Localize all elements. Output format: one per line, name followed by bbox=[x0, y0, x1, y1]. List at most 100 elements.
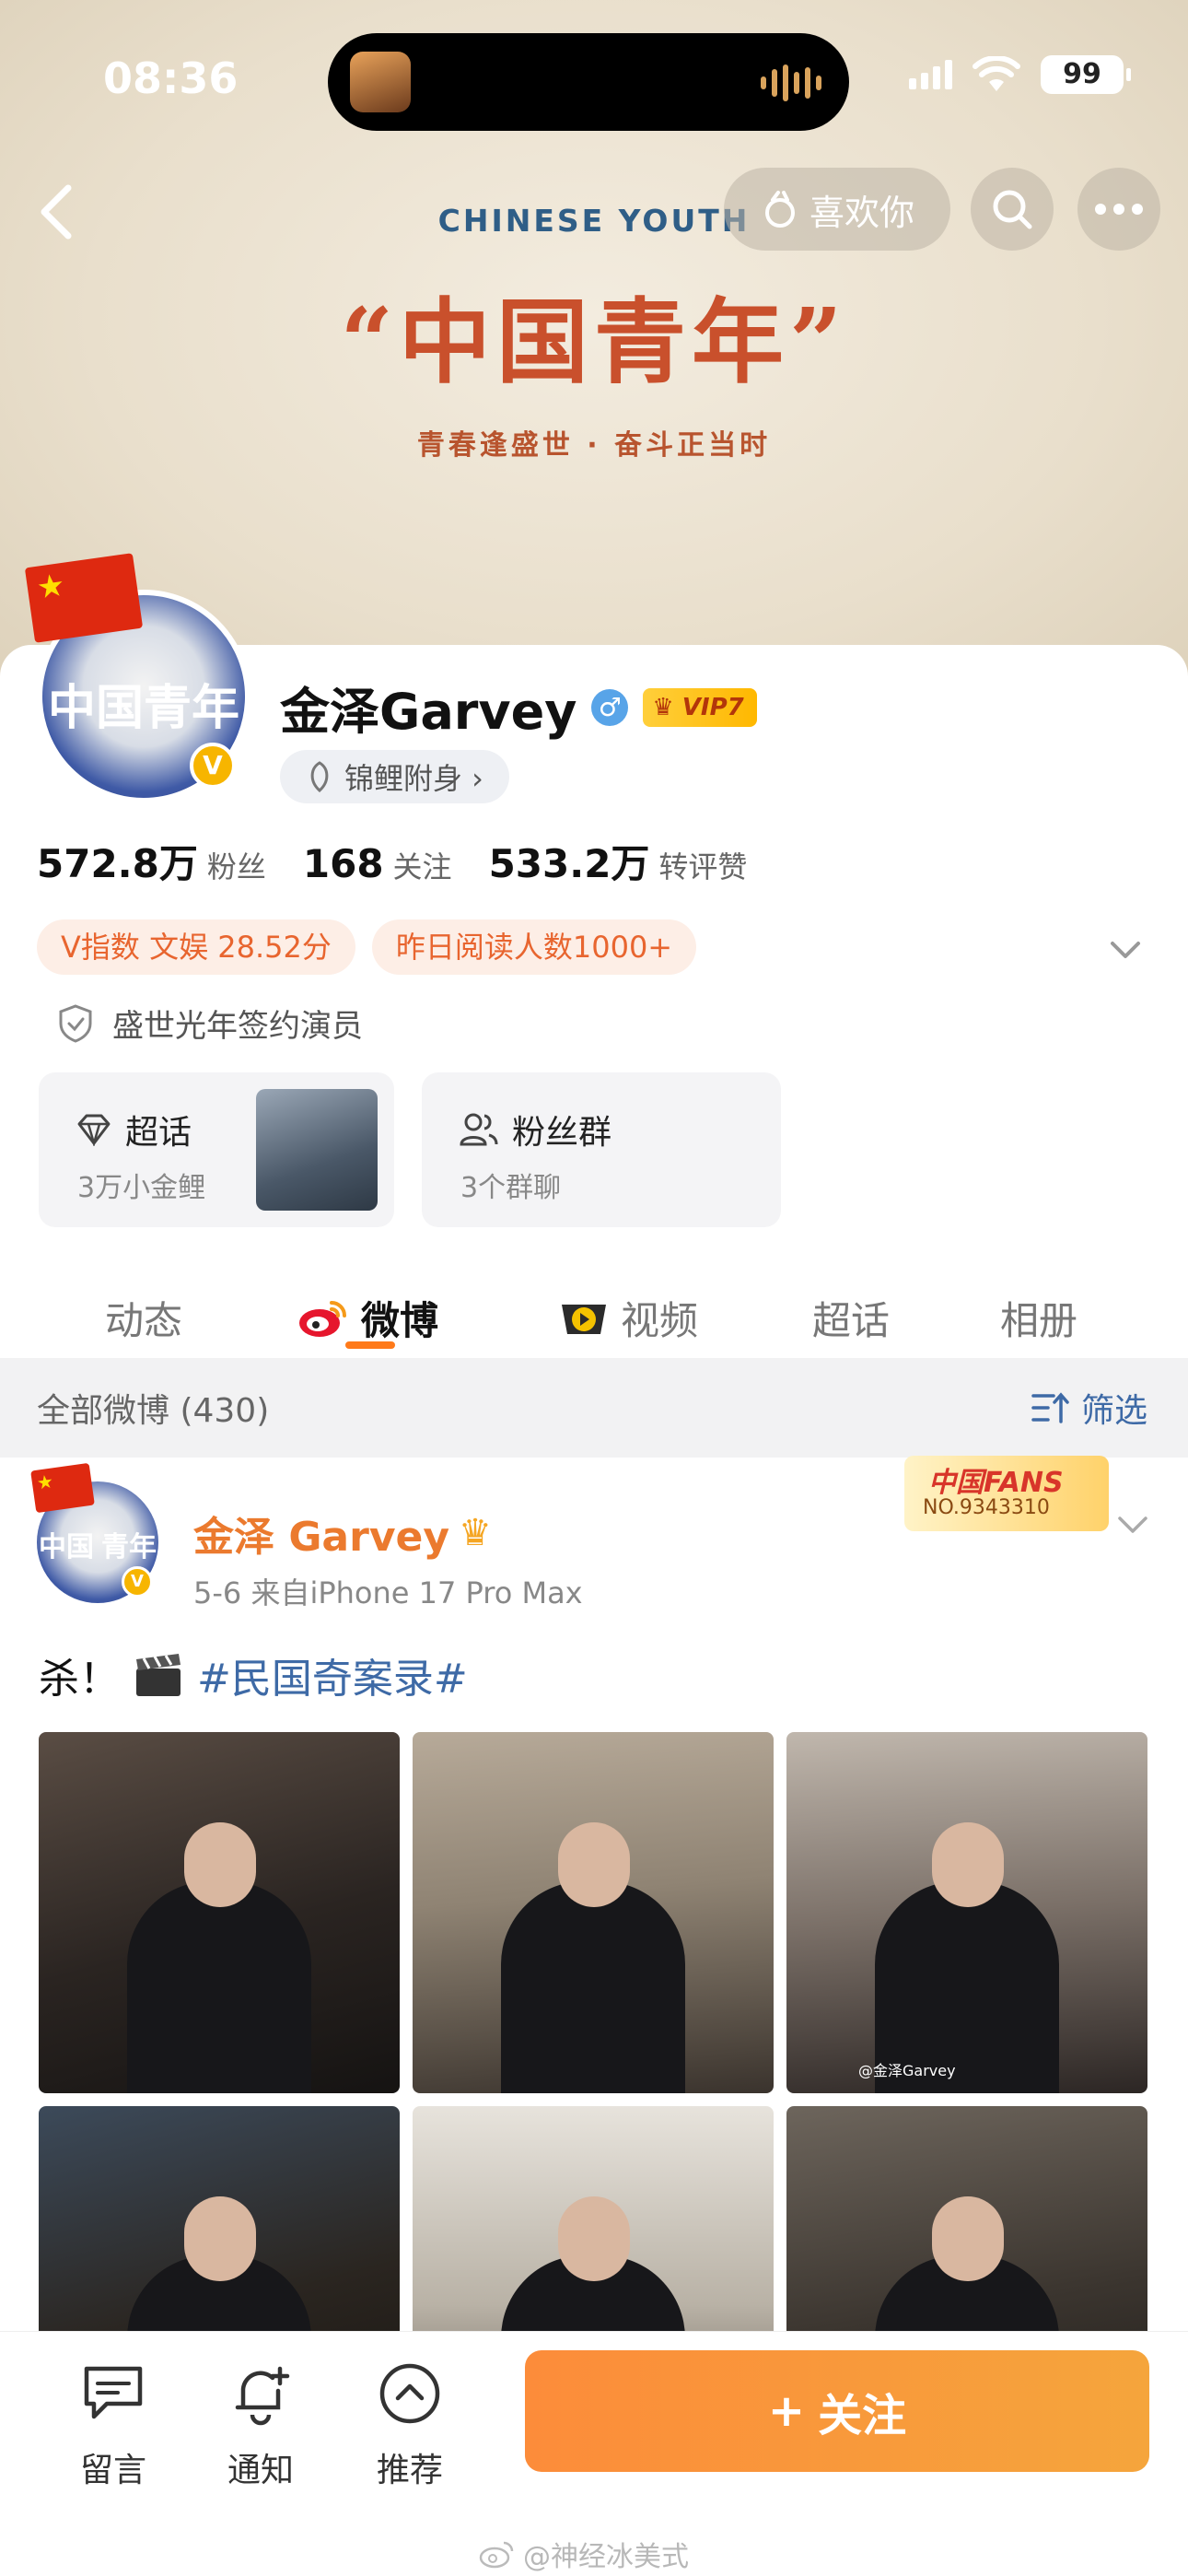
expand-profile-button[interactable] bbox=[1107, 931, 1144, 967]
photo-watermark: @金泽Garvey bbox=[858, 2062, 956, 2079]
group-users-icon bbox=[460, 1113, 498, 1146]
supertopic-card[interactable]: 超话 3万小金鲤 bbox=[39, 1072, 394, 1227]
post-photo[interactable] bbox=[39, 1732, 400, 2093]
filter-bar: 全部微博 (430) 筛选 bbox=[0, 1358, 1188, 1458]
profile-tags: V指数 文娱 28.52分 昨日阅读人数1000+ bbox=[37, 919, 697, 975]
filter-label: 筛选 bbox=[1080, 1392, 1147, 1430]
bell-plus-icon bbox=[235, 2366, 290, 2426]
post-text: 杀！ #民国奇案录# bbox=[39, 1645, 468, 1704]
stat-interactions[interactable]: 533.2万 转评赞 bbox=[489, 833, 748, 889]
active-tab-indicator bbox=[345, 1341, 395, 1349]
avatar-text-left: 中国 bbox=[39, 1531, 94, 1563]
like-button-label: 喜欢你 bbox=[809, 192, 914, 233]
supertopic-subtitle: 3万小金鲤 bbox=[77, 1172, 206, 1204]
recommend-label: 推荐 bbox=[376, 2452, 443, 2489]
tab-feed[interactable]: 动态 bbox=[105, 1290, 182, 1346]
koi-icon bbox=[310, 761, 329, 792]
notify-label: 通知 bbox=[227, 2452, 294, 2489]
tab-weibo[interactable]: 微博 bbox=[297, 1290, 438, 1346]
crown-icon: ♛ bbox=[459, 1512, 492, 1554]
post-author[interactable]: 金泽 Garvey ♛ bbox=[193, 1504, 492, 1563]
read-count-tag[interactable]: 昨日阅读人数1000+ bbox=[371, 919, 697, 975]
status-indicators: 99 bbox=[909, 55, 1131, 94]
vip-badge[interactable]: ♛ VIP7 bbox=[643, 687, 757, 727]
follow-button[interactable]: + 关注 bbox=[525, 2350, 1149, 2472]
china-flag-icon bbox=[24, 553, 144, 643]
search-button[interactable] bbox=[971, 168, 1054, 251]
chevron-down-icon bbox=[1118, 1516, 1147, 1533]
tab-supertopic[interactable]: 超话 bbox=[812, 1290, 890, 1346]
follow-label: 关注 bbox=[818, 2390, 907, 2441]
filter-icon bbox=[1031, 1392, 1069, 1423]
message-label: 留言 bbox=[79, 2452, 146, 2489]
stat-number: 533.2万 bbox=[488, 841, 650, 886]
chat-bubble-icon bbox=[84, 2366, 143, 2419]
search-icon bbox=[993, 190, 1032, 229]
profile-avatar[interactable]: 中国 青年 V bbox=[24, 553, 250, 803]
fan-group-card[interactable]: 粉丝群 3个群聊 bbox=[422, 1072, 781, 1227]
avatar-text-right: 青年 bbox=[144, 680, 240, 736]
fan-group-subtitle: 3个群聊 bbox=[460, 1172, 562, 1204]
avatar-text-right: 青年 bbox=[101, 1531, 157, 1563]
recommend-button[interactable]: 推荐 bbox=[359, 2361, 460, 2491]
stat-label: 关注 bbox=[392, 849, 452, 884]
verification-text: 盛世光年签约演员 bbox=[112, 1008, 363, 1045]
profile-tabs: 动态 微博 视频 超话 相册 bbox=[0, 1262, 1188, 1354]
profile-name: 金泽Garvey bbox=[280, 683, 577, 741]
post-text-prefix: 杀！ bbox=[39, 1656, 120, 1703]
clapperboard-icon bbox=[136, 1654, 181, 1696]
dynamic-island[interactable] bbox=[328, 33, 849, 131]
filter-button[interactable]: 筛选 bbox=[1031, 1384, 1147, 1432]
chevron-left-icon bbox=[41, 184, 72, 240]
image-watermark: @神经冰美式 bbox=[479, 2534, 689, 2574]
status-time: 08:36 bbox=[103, 53, 239, 103]
post-photo[interactable] bbox=[413, 1732, 774, 2093]
male-gender-icon: ♂ bbox=[591, 688, 629, 726]
stat-number: 572.8万 bbox=[37, 841, 198, 886]
weibo-logo-icon bbox=[479, 2541, 514, 2569]
tab-video-label: 视频 bbox=[621, 1298, 699, 1343]
post-author-name: 金泽 Garvey bbox=[193, 1514, 450, 1561]
koi-badge-label: 锦鲤附身 › bbox=[344, 761, 483, 796]
post-avatar[interactable]: 中国 青年 V bbox=[30, 1462, 158, 1603]
verified-v-icon: V bbox=[122, 1566, 153, 1598]
post-meta: 5-6 来自iPhone 17 Pro Max bbox=[193, 1575, 583, 1610]
now-playing-thumbnail bbox=[350, 52, 411, 112]
tab-weibo-label: 微博 bbox=[361, 1298, 439, 1343]
fans-badge-title: 中国FANS bbox=[928, 1467, 1064, 1499]
all-weibo-count: 全部微博 (430) bbox=[37, 1392, 270, 1430]
vip-label: VIP7 bbox=[681, 693, 744, 721]
banner-title: “中国青年” bbox=[340, 287, 848, 396]
back-button[interactable] bbox=[28, 175, 83, 249]
fans-badge-number: NO.9343310 bbox=[923, 1496, 1050, 1519]
video-play-icon bbox=[562, 1304, 606, 1334]
weibo-logo-icon bbox=[299, 1300, 346, 1337]
signal-icon bbox=[909, 60, 952, 89]
stat-following[interactable]: 168 关注 bbox=[303, 841, 452, 886]
message-button[interactable]: 留言 bbox=[63, 2361, 164, 2491]
tab-video[interactable]: 视频 bbox=[558, 1290, 698, 1346]
profile-stats: 572.8万 粉丝 168 关注 533.2万 转评赞 bbox=[37, 833, 747, 889]
watermark-text: @神经冰美式 bbox=[523, 2541, 689, 2573]
notify-button[interactable]: 通知 bbox=[210, 2361, 311, 2491]
plus-icon: + bbox=[767, 2385, 806, 2437]
avatar-text-left: 中国 bbox=[48, 680, 145, 736]
more-button[interactable] bbox=[1077, 168, 1160, 251]
koi-badge-button[interactable]: 锦鲤附身 › bbox=[280, 750, 509, 803]
post-hashtag[interactable]: #民国奇案录# bbox=[197, 1645, 468, 1704]
chevron-down-icon bbox=[1111, 942, 1140, 958]
post-photo[interactable]: @金泽Garvey bbox=[786, 1732, 1147, 2093]
china-flag-icon bbox=[30, 1462, 95, 1514]
verification-info: 盛世光年签约演员 bbox=[57, 1001, 363, 1046]
tab-album[interactable]: 相册 bbox=[1000, 1290, 1077, 1346]
post-menu-button[interactable] bbox=[1116, 1511, 1149, 1539]
fans-number-badge[interactable]: 中国FANS NO.9343310 bbox=[904, 1456, 1109, 1531]
v-index-tag[interactable]: V指数 文娱 28.52分 bbox=[37, 919, 355, 975]
like-button[interactable]: 喜欢你 bbox=[724, 168, 950, 251]
stat-label: 粉丝 bbox=[206, 849, 266, 884]
profile-name-row: 金泽Garvey ♂ ♛ VIP7 bbox=[280, 671, 757, 744]
fan-group-title: 粉丝群 bbox=[512, 1114, 612, 1152]
more-dots-icon bbox=[1095, 204, 1143, 215]
chevron-up-circle-icon bbox=[379, 2363, 440, 2424]
stat-followers[interactable]: 572.8万 粉丝 bbox=[37, 833, 266, 889]
